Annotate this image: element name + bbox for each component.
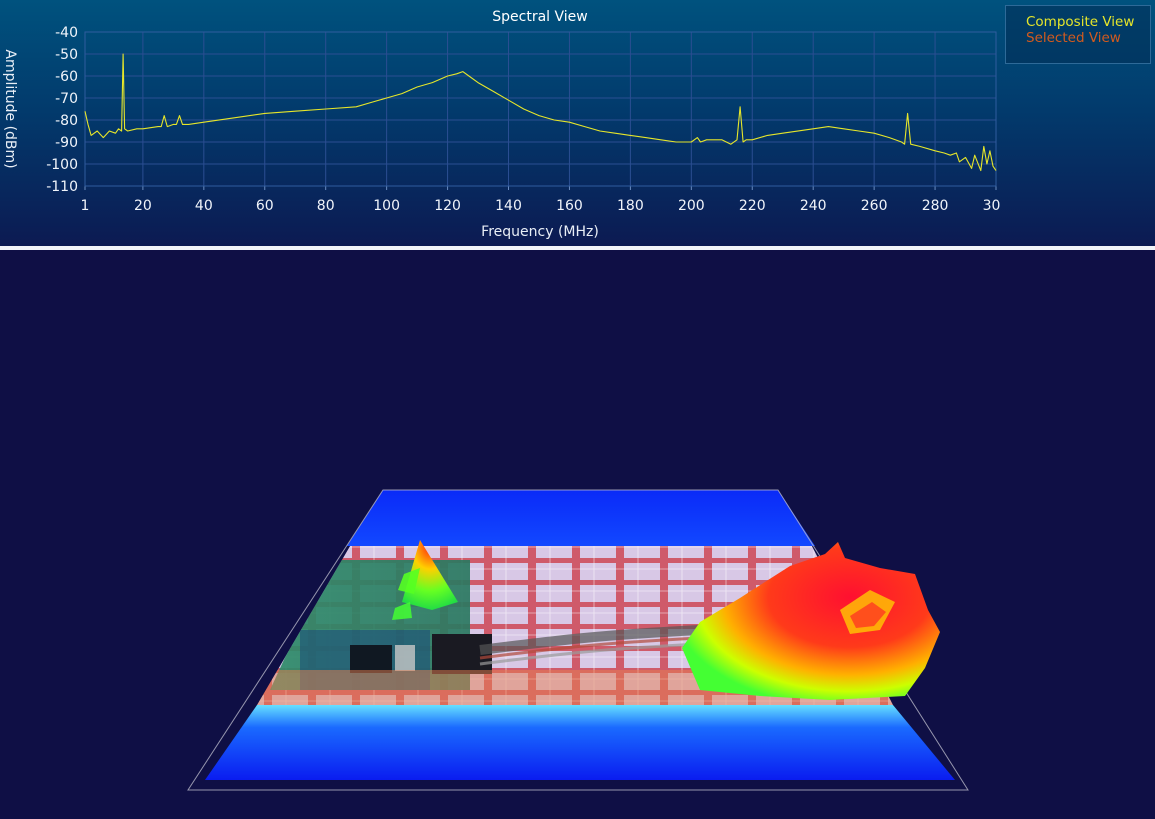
x-tick-label: 240 <box>800 198 827 214</box>
x-axis-ticks: 1 20 40 60 80 100 120 140 160 180 200 220 240 260 280 3… <box>81 186 1000 214</box>
legend-entry-composite-view[interactable]: Composite View <box>1026 14 1150 30</box>
y-axis-ticks: -40 -50 -60 -70 -80 -90 -100 -110 <box>46 25 78 195</box>
heatmap-far-field <box>347 490 815 546</box>
y-tick-label: -80 <box>55 113 78 129</box>
x-tick-label: 100 <box>373 198 400 214</box>
x-tick-label: 160 <box>556 198 583 214</box>
x-tick-label: 140 <box>495 198 522 214</box>
heatmap-near-field <box>205 705 955 780</box>
x-tick-label: 20 <box>134 198 152 214</box>
x-tick-label: 200 <box>678 198 705 214</box>
y-axis-label: Amplitude (dBm) <box>2 49 18 168</box>
y-tick-label: -70 <box>55 91 78 107</box>
y-tick-label: -40 <box>55 25 78 41</box>
y-tick-label: -110 <box>46 179 78 195</box>
x-tick-label: 220 <box>739 198 766 214</box>
y-tick-label: -90 <box>55 135 78 151</box>
x-tick-label: 120 <box>434 198 461 214</box>
series-line-composite-view <box>84 53 997 172</box>
x-tick-label: 280 <box>922 198 949 214</box>
x-axis-label: Frequency (MHz) <box>481 224 599 240</box>
x-tick-label: 300 <box>983 198 1000 214</box>
x-tick-label: 180 <box>617 198 644 214</box>
3d-emission-view[interactable] <box>0 250 1155 819</box>
legend-entry-selected-view[interactable]: Selected View <box>1026 30 1150 46</box>
x-tick-label: 1 <box>81 198 90 214</box>
y-tick-label: -100 <box>46 157 78 173</box>
spectral-chart[interactable]: Spectral View -40 -50 -60 -70 -80 -90 -100 -110… <box>0 0 1000 246</box>
chart-title: Spectral View <box>492 9 587 25</box>
series-lines <box>84 53 997 172</box>
x-tick-label: 80 <box>317 198 335 214</box>
y-tick-label: -50 <box>55 47 78 63</box>
spectral-view-panel: Spectral View -40 -50 -60 -70 -80 -90 -100 -110… <box>0 0 1155 246</box>
chart-grid <box>84 31 997 187</box>
series-legend: Composite View Selected View <box>1005 5 1151 64</box>
y-tick-label: -60 <box>55 69 78 85</box>
x-tick-label: 40 <box>195 198 213 214</box>
x-tick-label: 260 <box>861 198 888 214</box>
plot-area-border <box>84 31 997 187</box>
x-tick-label: 60 <box>256 198 274 214</box>
3d-emission-scene[interactable] <box>0 250 1155 819</box>
